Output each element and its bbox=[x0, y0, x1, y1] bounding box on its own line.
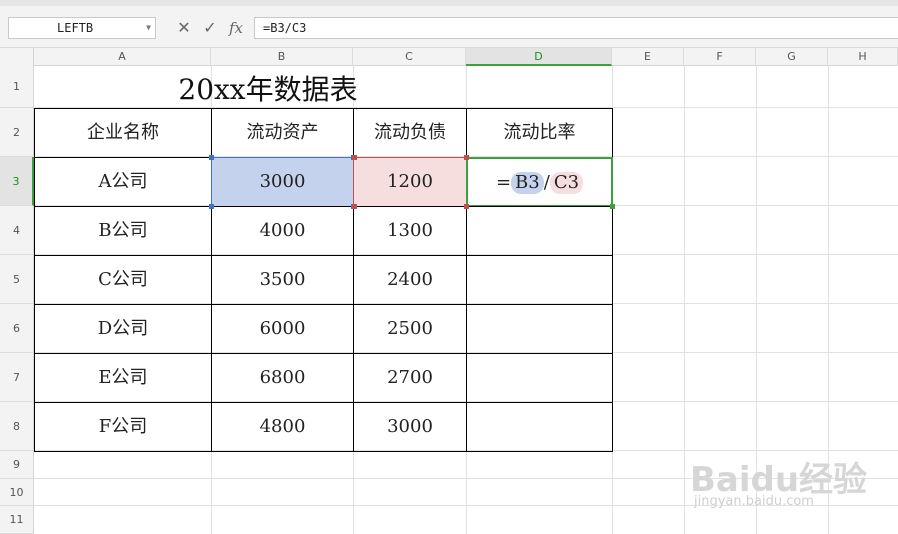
ref-handle-b3[interactable] bbox=[209, 204, 214, 209]
header-liabilities[interactable]: 流动负债 bbox=[353, 108, 467, 158]
fill-handle[interactable] bbox=[610, 204, 615, 209]
active-cell-ratio[interactable]: = B3/C3 bbox=[466, 157, 613, 207]
row-header-5[interactable]: 5 bbox=[0, 255, 34, 304]
formula-eq: = bbox=[495, 172, 512, 193]
formula-ref-c3: C3 bbox=[549, 172, 584, 194]
header-assets[interactable]: 流动资产 bbox=[211, 108, 354, 158]
sheet-title[interactable]: 20xx年数据表 bbox=[34, 66, 612, 108]
cancel-icon[interactable]: ✕ bbox=[173, 16, 195, 40]
row-header-4[interactable]: 4 bbox=[0, 206, 34, 255]
row-header-10[interactable]: 10 bbox=[0, 479, 34, 506]
column-header-f[interactable]: F bbox=[684, 48, 756, 66]
cell-assets-referenced[interactable]: 3000 bbox=[211, 157, 354, 207]
cell-liabilities[interactable]: 2400 bbox=[353, 255, 467, 305]
formula-sep: / bbox=[543, 172, 550, 193]
fx-icon[interactable]: fx bbox=[225, 16, 247, 40]
row-header-3[interactable]: 3 bbox=[0, 157, 34, 206]
chevron-down-icon[interactable]: ▼ bbox=[146, 18, 151, 38]
cell-ratio[interactable] bbox=[466, 353, 613, 403]
row-header-6[interactable]: 6 bbox=[0, 304, 34, 353]
select-all-corner[interactable] bbox=[0, 48, 34, 66]
watermark-url: jingyan.baidu.com bbox=[694, 494, 814, 509]
column-header-g[interactable]: G bbox=[756, 48, 828, 66]
row-header-11[interactable]: 11 bbox=[0, 506, 34, 534]
column-header-h[interactable]: H bbox=[828, 48, 898, 66]
cell-liabilities[interactable]: 2700 bbox=[353, 353, 467, 403]
ribbon-edge bbox=[0, 0, 898, 6]
row-header-7[interactable]: 7 bbox=[0, 353, 34, 402]
column-header-a[interactable]: A bbox=[34, 48, 211, 66]
column-header-b[interactable]: B bbox=[211, 48, 353, 66]
cell-assets[interactable]: 4800 bbox=[211, 402, 354, 452]
cell-liabilities[interactable]: 2500 bbox=[353, 304, 467, 354]
watermark: Baidu经验 jingyan.baidu.com bbox=[690, 436, 890, 516]
row-header-8[interactable]: 8 bbox=[0, 402, 34, 451]
column-header-c[interactable]: C bbox=[353, 48, 466, 66]
row-header-9[interactable]: 9 bbox=[0, 451, 34, 479]
cell-company[interactable]: D公司 bbox=[34, 304, 212, 354]
formula-toolbar: LEFTB ▼ ✕ ✓ fx =B3/C3 bbox=[0, 0, 898, 48]
cell-company[interactable]: C公司 bbox=[34, 255, 212, 305]
header-company[interactable]: 企业名称 bbox=[34, 108, 212, 158]
cell-assets[interactable]: 4000 bbox=[211, 206, 354, 256]
ref-handle-c3[interactable] bbox=[464, 155, 469, 160]
ref-handle-c3[interactable] bbox=[352, 204, 357, 209]
cell-liabilities-referenced[interactable]: 1200 bbox=[353, 157, 467, 207]
ref-handle-b3[interactable] bbox=[209, 155, 214, 160]
cell-assets[interactable]: 6800 bbox=[211, 353, 354, 403]
name-box[interactable]: LEFTB ▼ bbox=[8, 17, 156, 39]
cell-ratio[interactable] bbox=[466, 304, 613, 354]
cell-ratio[interactable] bbox=[466, 402, 613, 452]
confirm-icon[interactable]: ✓ bbox=[199, 16, 221, 40]
cell-ratio[interactable] bbox=[466, 255, 613, 305]
cell-company[interactable]: E公司 bbox=[34, 353, 212, 403]
column-header-d[interactable]: D bbox=[466, 48, 612, 66]
row-header-2[interactable]: 2 bbox=[0, 108, 34, 157]
gridline bbox=[684, 66, 685, 534]
cell-company[interactable]: B公司 bbox=[34, 206, 212, 256]
header-ratio[interactable]: 流动比率 bbox=[466, 108, 613, 158]
row-header-1[interactable]: 1 bbox=[0, 66, 34, 108]
ref-handle-c3[interactable] bbox=[464, 204, 469, 209]
cell-liabilities[interactable]: 1300 bbox=[353, 206, 467, 256]
cell-assets[interactable]: 6000 bbox=[211, 304, 354, 354]
cell-company[interactable]: A公司 bbox=[34, 157, 212, 207]
formula-input[interactable]: =B3/C3 bbox=[254, 17, 898, 39]
column-header-e[interactable]: E bbox=[612, 48, 684, 66]
ref-handle-c3[interactable] bbox=[352, 155, 357, 160]
cell-company[interactable]: F公司 bbox=[34, 402, 212, 452]
cell-liabilities[interactable]: 3000 bbox=[353, 402, 467, 452]
name-box-value: LEFTB bbox=[57, 21, 94, 35]
cell-assets[interactable]: 3500 bbox=[211, 255, 354, 305]
cell-ratio[interactable] bbox=[466, 206, 613, 256]
formula-ref-b3: B3 bbox=[511, 172, 544, 194]
